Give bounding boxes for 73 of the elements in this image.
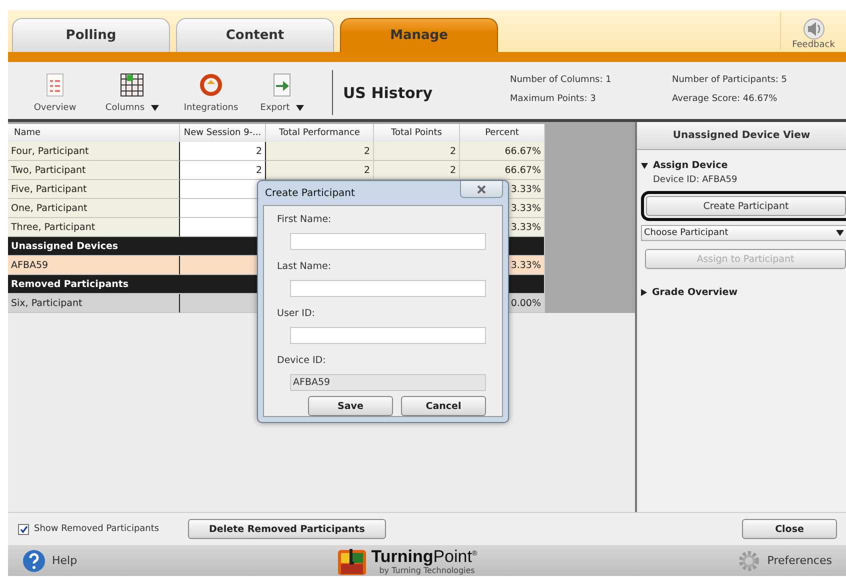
table-cell: Three, Participant bbox=[8, 218, 180, 237]
section-toggle[interactable]: Assign Device bbox=[641, 160, 846, 171]
toolbar-button[interactable]: Overview bbox=[20, 62, 90, 119]
dialog-button[interactable]: Cancel bbox=[401, 396, 486, 416]
column-header[interactable]: Total Performance bbox=[266, 124, 374, 142]
toolbar-button[interactable]: Columns bbox=[90, 62, 174, 119]
input-field[interactable] bbox=[290, 233, 486, 250]
table-cell: 2 bbox=[266, 161, 374, 180]
field-label: User ID: bbox=[277, 308, 316, 321]
expanded-triangle-icon bbox=[641, 162, 648, 168]
summary-stat: Number of Participants: 5 bbox=[672, 74, 788, 85]
table-cell: 2 bbox=[266, 142, 374, 161]
table-cell: 2 bbox=[180, 142, 266, 161]
delete-removed-button[interactable]: Delete Removed Participants bbox=[188, 519, 386, 539]
table-cell: Four, Participant bbox=[8, 142, 180, 161]
column-header[interactable]: New Session 9-... bbox=[180, 124, 266, 142]
section-toggle[interactable]: Grade Overview bbox=[641, 287, 846, 298]
table-cell: 66.67% bbox=[460, 142, 545, 161]
column-header[interactable]: Name bbox=[8, 124, 180, 142]
create-participant-button[interactable]: Create Participant bbox=[646, 196, 846, 216]
logo-text: TurningPoint$^{®}$ bbox=[371, 546, 478, 566]
checkbox[interactable] bbox=[18, 524, 29, 534]
summary-stat: Number of Columns: 1 bbox=[510, 74, 612, 85]
input-field[interactable] bbox=[290, 327, 486, 344]
table-cell: Two, Participant bbox=[8, 161, 180, 180]
speaker-icon bbox=[802, 18, 826, 40]
collapsed-triangle-icon bbox=[641, 289, 647, 296]
table-cell: One, Participant bbox=[8, 199, 180, 218]
circular-arrows-icon bbox=[199, 73, 223, 97]
section-title: Grade Overview bbox=[652, 287, 738, 298]
table-cell: 2 bbox=[180, 161, 266, 180]
panel-title: Unassigned Device View bbox=[637, 122, 846, 150]
tab[interactable]: Manage bbox=[340, 18, 498, 52]
table-cell: 2 bbox=[374, 142, 460, 161]
help-button[interactable]: Help bbox=[22, 548, 78, 572]
table-cell: AFBA59 bbox=[8, 256, 180, 275]
close-window-button[interactable]: Close bbox=[742, 519, 837, 539]
summary-stat: Maximum Points: 3 bbox=[510, 94, 597, 104]
table-cell: 66.67% bbox=[460, 161, 545, 180]
preferences-button[interactable]: Preferences bbox=[737, 548, 832, 572]
dialog-title: Create Participant bbox=[264, 188, 355, 198]
close-button[interactable] bbox=[460, 181, 503, 198]
toolbar-button[interactable]: Integrations bbox=[174, 62, 248, 119]
tab[interactable]: Polling bbox=[12, 18, 170, 52]
table-cell: 2 bbox=[374, 161, 460, 180]
feedback-button[interactable]: Feedback bbox=[780, 12, 846, 50]
column-header[interactable]: Total Points bbox=[374, 124, 460, 142]
tab[interactable]: Content bbox=[176, 18, 334, 52]
table-cell: Five, Participant bbox=[8, 180, 180, 199]
checkbox-label: Show Removed Participants bbox=[34, 524, 160, 534]
field-label: Device ID: bbox=[277, 355, 327, 368]
field-label: Last Name: bbox=[277, 261, 332, 274]
device-id: Device ID: AFBA59 bbox=[652, 175, 738, 185]
section-title: Assign Device bbox=[653, 160, 728, 171]
help-icon bbox=[22, 548, 46, 572]
logo-byline: by Turning Technologies bbox=[379, 566, 476, 574]
dialog-button[interactable]: Save bbox=[308, 396, 393, 416]
summary-stat: Average Score: 46.67% bbox=[672, 94, 778, 104]
grid-icon bbox=[120, 73, 144, 97]
close-icon bbox=[477, 184, 486, 194]
course-title: US History bbox=[332, 70, 510, 115]
gear-icon bbox=[737, 548, 762, 572]
table-cell: Six, Participant bbox=[8, 294, 180, 313]
input-field[interactable] bbox=[290, 280, 486, 297]
field-label: First Name: bbox=[277, 214, 332, 227]
checkmark-icon bbox=[20, 526, 28, 532]
toolbar-button[interactable]: Export bbox=[248, 62, 316, 119]
document-list-icon bbox=[46, 73, 64, 97]
caret-icon bbox=[836, 230, 844, 236]
logo-icon bbox=[337, 546, 368, 574]
participant-dropdown[interactable]: Choose Participant bbox=[641, 225, 846, 241]
input-field[interactable]: AFBA59 bbox=[290, 374, 486, 391]
column-header[interactable]: Percent bbox=[460, 124, 545, 142]
